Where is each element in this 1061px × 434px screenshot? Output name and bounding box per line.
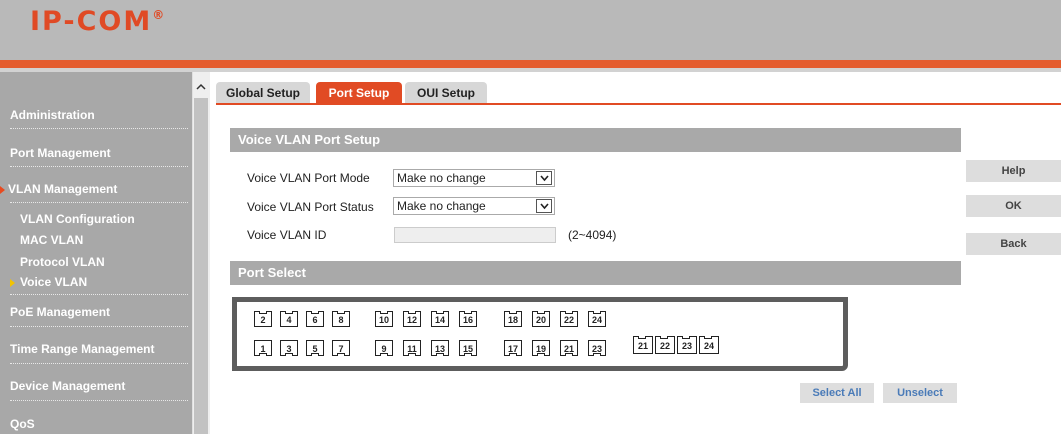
sidebar-subitem-protocol-vlan[interactable]: Protocol VLAN (20, 255, 105, 269)
port-21[interactable]: 21 (560, 340, 578, 356)
ip-com-logo: IP-COM® (30, 6, 165, 37)
port-sfp-23[interactable]: 23 (677, 336, 697, 354)
sidebar-divider (10, 128, 188, 129)
header: IP-COM® (0, 0, 1061, 60)
chevron-down-icon (536, 171, 552, 185)
tab-global-setup[interactable]: Global Setup (216, 82, 310, 104)
port-10[interactable]: 10 (375, 311, 393, 327)
arrow-right-icon (10, 278, 15, 287)
port-4[interactable]: 4 (280, 311, 298, 327)
scrollbar-thumb[interactable] (194, 98, 208, 434)
port-17[interactable]: 17 (504, 340, 522, 356)
sidebar-item-port-management[interactable]: Port Management (0, 146, 192, 160)
port-3[interactable]: 3 (280, 340, 298, 356)
sidebar-item-qos[interactable]: QoS (0, 417, 192, 431)
voice-vlan-port-mode-label: Voice VLAN Port Mode (247, 171, 370, 185)
port-6[interactable]: 6 (306, 311, 324, 327)
port-18[interactable]: 18 (504, 311, 522, 327)
sidebar-divider (10, 166, 188, 167)
voice-vlan-id-input[interactable] (394, 227, 556, 243)
sidebar-divider (10, 294, 188, 295)
port-13[interactable]: 13 (431, 340, 449, 356)
sidebar-item-device-management[interactable]: Device Management (0, 379, 192, 393)
ok-button[interactable]: OK (966, 195, 1061, 217)
select-all-button[interactable]: Select All (800, 383, 874, 403)
port-panel (232, 297, 848, 371)
port-sfp-21[interactable]: 21 (633, 336, 653, 354)
port-12[interactable]: 12 (403, 311, 421, 327)
sidebar-subitem-vlan-configuration[interactable]: VLAN Configuration (20, 212, 135, 226)
sidebar-subitem-voice-vlan[interactable]: Voice VLAN (10, 275, 87, 289)
sidebar-subitem-mac-vlan[interactable]: MAC VLAN (20, 233, 83, 247)
sidebar-divider (10, 400, 188, 401)
sidebar-item-vlan-management[interactable]: VLAN Management (0, 182, 192, 196)
port-8[interactable]: 8 (332, 311, 350, 327)
port-15[interactable]: 15 (459, 340, 477, 356)
port-select-header: Port Select (230, 261, 961, 285)
port-16[interactable]: 16 (459, 311, 477, 327)
port-24[interactable]: 24 (588, 311, 606, 327)
port-2[interactable]: 2 (254, 311, 272, 327)
port-1[interactable]: 1 (254, 340, 272, 356)
header-accent-bar (0, 60, 1061, 68)
sidebar-divider (10, 326, 188, 327)
tab-oui-setup[interactable]: OUI Setup (405, 82, 487, 104)
port-11[interactable]: 11 (403, 340, 421, 356)
port-14[interactable]: 14 (431, 311, 449, 327)
sidebar-item-poe-management[interactable]: PoE Management (0, 305, 192, 319)
arrow-right-icon (0, 185, 5, 194)
port-sfp-22[interactable]: 22 (655, 336, 675, 354)
tab-port-setup[interactable]: Port Setup (316, 82, 402, 104)
scroll-up-icon[interactable] (196, 82, 206, 92)
sidebar-item-time-range-management[interactable]: Time Range Management (0, 342, 192, 356)
help-button[interactable]: Help (966, 160, 1061, 182)
tab-underline (216, 103, 1061, 105)
voice-vlan-port-status-select[interactable]: Make no change (393, 197, 555, 215)
voice-vlan-port-setup-header: Voice VLAN Port Setup (230, 128, 961, 152)
voice-vlan-id-range: (2~4094) (568, 228, 617, 242)
port-19[interactable]: 19 (532, 340, 550, 356)
voice-vlan-id-label: Voice VLAN ID (247, 228, 327, 242)
port-9[interactable]: 9 (375, 340, 393, 356)
port-7[interactable]: 7 (332, 340, 350, 356)
unselect-button[interactable]: Unselect (883, 383, 957, 403)
voice-vlan-port-mode-select[interactable]: Make no change (393, 169, 555, 187)
port-23[interactable]: 23 (588, 340, 606, 356)
sidebar: Administration Port Management VLAN Mana… (0, 72, 192, 434)
sidebar-divider (10, 202, 188, 203)
chevron-down-icon (536, 199, 552, 213)
back-button[interactable]: Back (966, 233, 1061, 255)
voice-vlan-port-status-label: Voice VLAN Port Status (247, 200, 374, 214)
port-5[interactable]: 5 (306, 340, 324, 356)
sidebar-item-administration[interactable]: Administration (0, 108, 192, 122)
port-22[interactable]: 22 (560, 311, 578, 327)
port-20[interactable]: 20 (532, 311, 550, 327)
app-window: IP-COM® Administration Port Management V… (0, 0, 1061, 434)
port-sfp-24[interactable]: 24 (699, 336, 719, 354)
sidebar-divider (10, 363, 188, 364)
